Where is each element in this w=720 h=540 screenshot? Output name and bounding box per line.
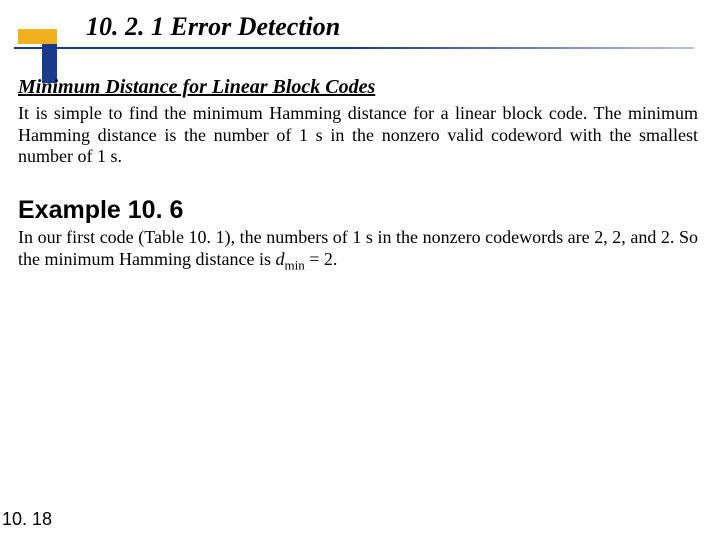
title-underline [14,47,694,49]
bullet-yellow-bar [18,29,57,44]
body-text-1: It is simple to find the minimum Hamming… [18,103,698,168]
slide-title: 10. 2. 1 Error Detection [86,12,340,42]
example-heading: Example 10. 6 [18,196,183,225]
body2-sub: min [284,257,304,272]
page-number: 10. 18 [2,509,52,530]
body-text-2: In our first code (Table 10. 1), the num… [18,227,698,273]
body2-part1: In our first code (Table 10. 1), the num… [18,227,698,269]
body2-part2: = 2. [305,249,338,269]
section-heading: Minimum Distance for Linear Block Codes [18,76,375,99]
